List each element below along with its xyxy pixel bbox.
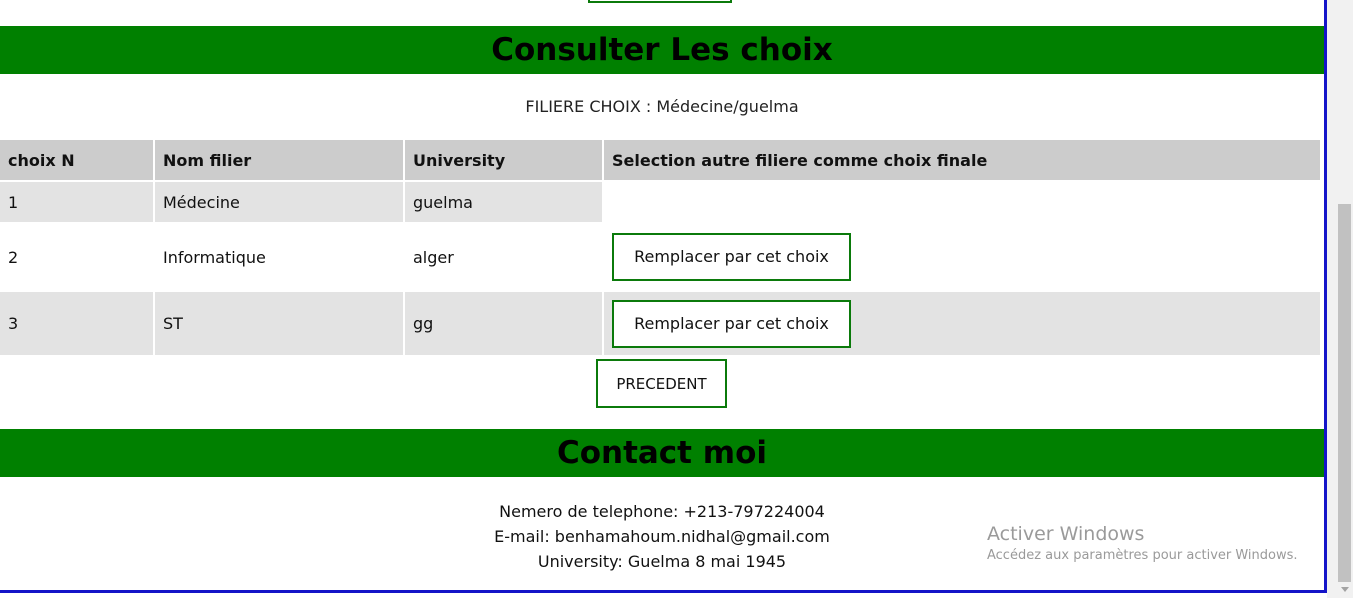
replace-choice-button[interactable]: Remplacer par cet choix: [612, 299, 851, 348]
column-header-nom-filier: Nom filier: [155, 140, 403, 180]
column-header-choix-n: choix N: [0, 140, 153, 180]
page-frame-bottom-border: [0, 590, 1327, 593]
section-header-band: Consulter Les choix: [0, 26, 1324, 74]
row-choice-number: 2: [0, 224, 153, 290]
table-row: 2 Informatique alger Remplacer par cet c…: [0, 224, 1320, 290]
contact-header-band: Contact moi: [0, 429, 1324, 477]
row-filiere-name: Informatique: [155, 224, 403, 290]
row-university: gg: [405, 292, 602, 355]
windows-activation-watermark: Activer Windows Accédez aux paramètres p…: [987, 523, 1298, 563]
contact-title: Contact moi: [556, 435, 768, 471]
top-button-partial[interactable]: [588, 0, 732, 3]
row-filiere-name: Médecine: [155, 182, 403, 222]
scrollbar-thumb[interactable]: [1338, 204, 1351, 582]
table-row: 3 ST gg Remplacer par cet choix: [0, 292, 1320, 355]
watermark-subtitle: Accédez aux paramètres pour activer Wind…: [987, 548, 1298, 563]
row-filiere-name: ST: [155, 292, 403, 355]
watermark-title: Activer Windows: [987, 523, 1145, 545]
table-row: 1 Médecine guelma: [0, 182, 1320, 222]
row-choice-number: 3: [0, 292, 153, 355]
section-title: Consulter Les choix: [491, 32, 833, 68]
row-choice-number: 1: [0, 182, 153, 222]
table-header-row: choix N Nom filier University Selection …: [0, 140, 1320, 180]
row-action-cell: Remplacer par cet choix: [604, 224, 1320, 290]
column-header-university: University: [405, 140, 602, 180]
previous-button[interactable]: PRECEDENT: [596, 359, 727, 408]
filiere-choice-line: FILIERE CHOIX : Médecine/guelma: [525, 97, 799, 116]
row-action-cell: Remplacer par cet choix: [604, 292, 1320, 355]
contact-phone: Nemero de telephone: +213-797224004: [499, 502, 825, 521]
column-header-selection: Selection autre filiere comme choix fina…: [604, 140, 1320, 180]
scroll-down-arrow-icon[interactable]: [1341, 587, 1349, 592]
row-action-empty: [604, 182, 1320, 222]
row-university: alger: [405, 224, 602, 290]
row-university: guelma: [405, 182, 602, 222]
replace-choice-button[interactable]: Remplacer par cet choix: [612, 233, 851, 281]
choices-table: choix N Nom filier University Selection …: [0, 138, 1322, 357]
